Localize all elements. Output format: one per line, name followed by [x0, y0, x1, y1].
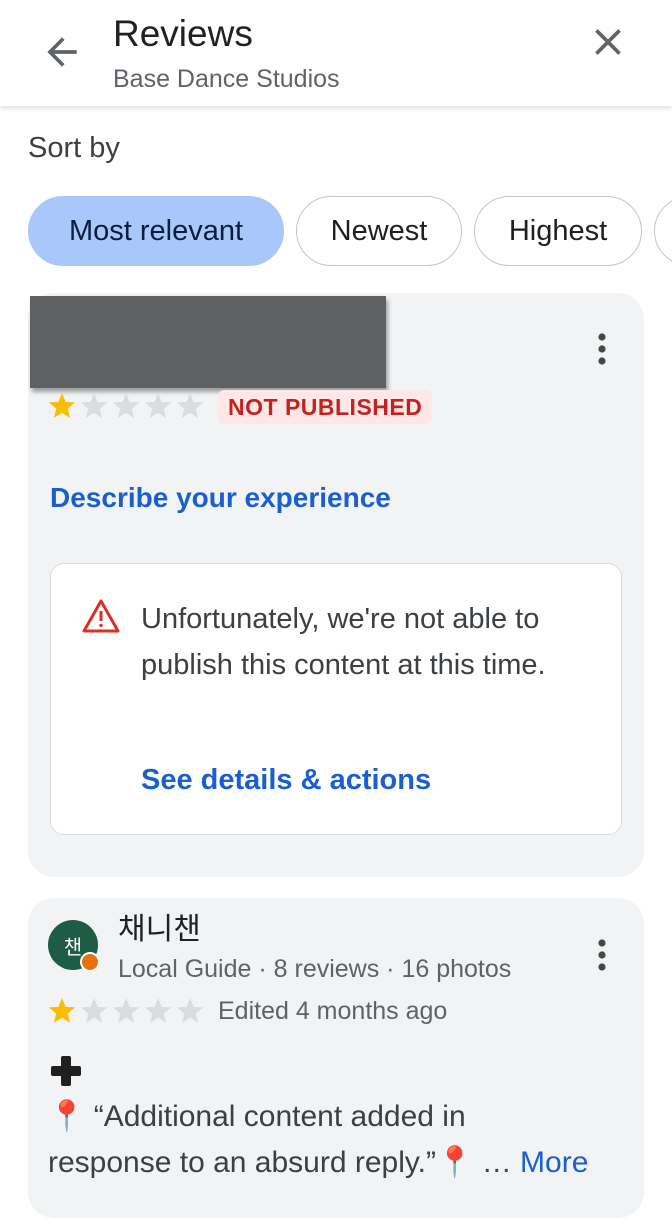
more-vert-icon	[598, 939, 606, 971]
review-text-line: 📍 “Additional content added in	[48, 1094, 628, 1140]
status-badge: NOT PUBLISHED	[218, 390, 433, 424]
not-published-notice: Unfortunately, we're not able to publish…	[50, 563, 622, 835]
star-rating-icon	[48, 393, 204, 418]
reviewer-name[interactable]: 채니챈	[118, 910, 201, 950]
chip-most-relevant[interactable]: Most relevant	[28, 196, 284, 266]
review-text-segment: response to an absurd reply.”	[48, 1146, 436, 1179]
warning-icon	[81, 598, 121, 634]
review-text-segment: “Additional content added in	[93, 1100, 466, 1133]
close-button[interactable]	[586, 20, 630, 64]
sort-label: Sort by	[28, 132, 120, 164]
app-header: Reviews Base Dance Studios	[0, 0, 672, 106]
describe-experience-link[interactable]: Describe your experience	[50, 478, 391, 518]
pin-icon: 📍	[48, 1100, 86, 1133]
edited-timestamp: Edited 4 months ago	[218, 997, 448, 1025]
star-rating-icon	[48, 998, 204, 1023]
review-text: 📍 “Additional content added in response …	[48, 1094, 628, 1186]
chip-next[interactable]	[654, 196, 672, 266]
sort-chips: Most relevant Newest Highest	[0, 196, 672, 268]
review-text-line: response to an absurd reply.”📍 … More	[48, 1140, 628, 1186]
page-title: Reviews	[113, 13, 253, 54]
chip-highest[interactable]: Highest	[474, 196, 642, 266]
review-stars	[48, 996, 208, 1026]
chip-newest[interactable]: Newest	[296, 196, 462, 266]
review-menu-button[interactable]	[582, 930, 622, 980]
plus-icon	[48, 1053, 84, 1089]
place-name: Base Dance Studios	[113, 65, 340, 93]
back-button[interactable]	[40, 30, 84, 74]
local-guide-badge-icon	[80, 952, 100, 972]
ellipsis: …	[481, 1146, 512, 1179]
more-vert-icon	[598, 333, 606, 365]
warning-message: Unfortunately, we're not able to publish…	[141, 603, 546, 681]
own-review-stars	[48, 391, 208, 421]
see-details-link[interactable]: See details & actions	[141, 760, 431, 800]
arrow-back-icon	[47, 37, 77, 67]
pin-icon: 📍	[436, 1146, 474, 1179]
reviewer-meta: Local Guide · 8 reviews · 16 photos	[118, 955, 512, 983]
own-review-menu-button[interactable]	[582, 324, 622, 374]
close-icon	[595, 29, 621, 55]
redacted-author-block	[30, 296, 386, 388]
more-link[interactable]: More	[520, 1146, 588, 1179]
